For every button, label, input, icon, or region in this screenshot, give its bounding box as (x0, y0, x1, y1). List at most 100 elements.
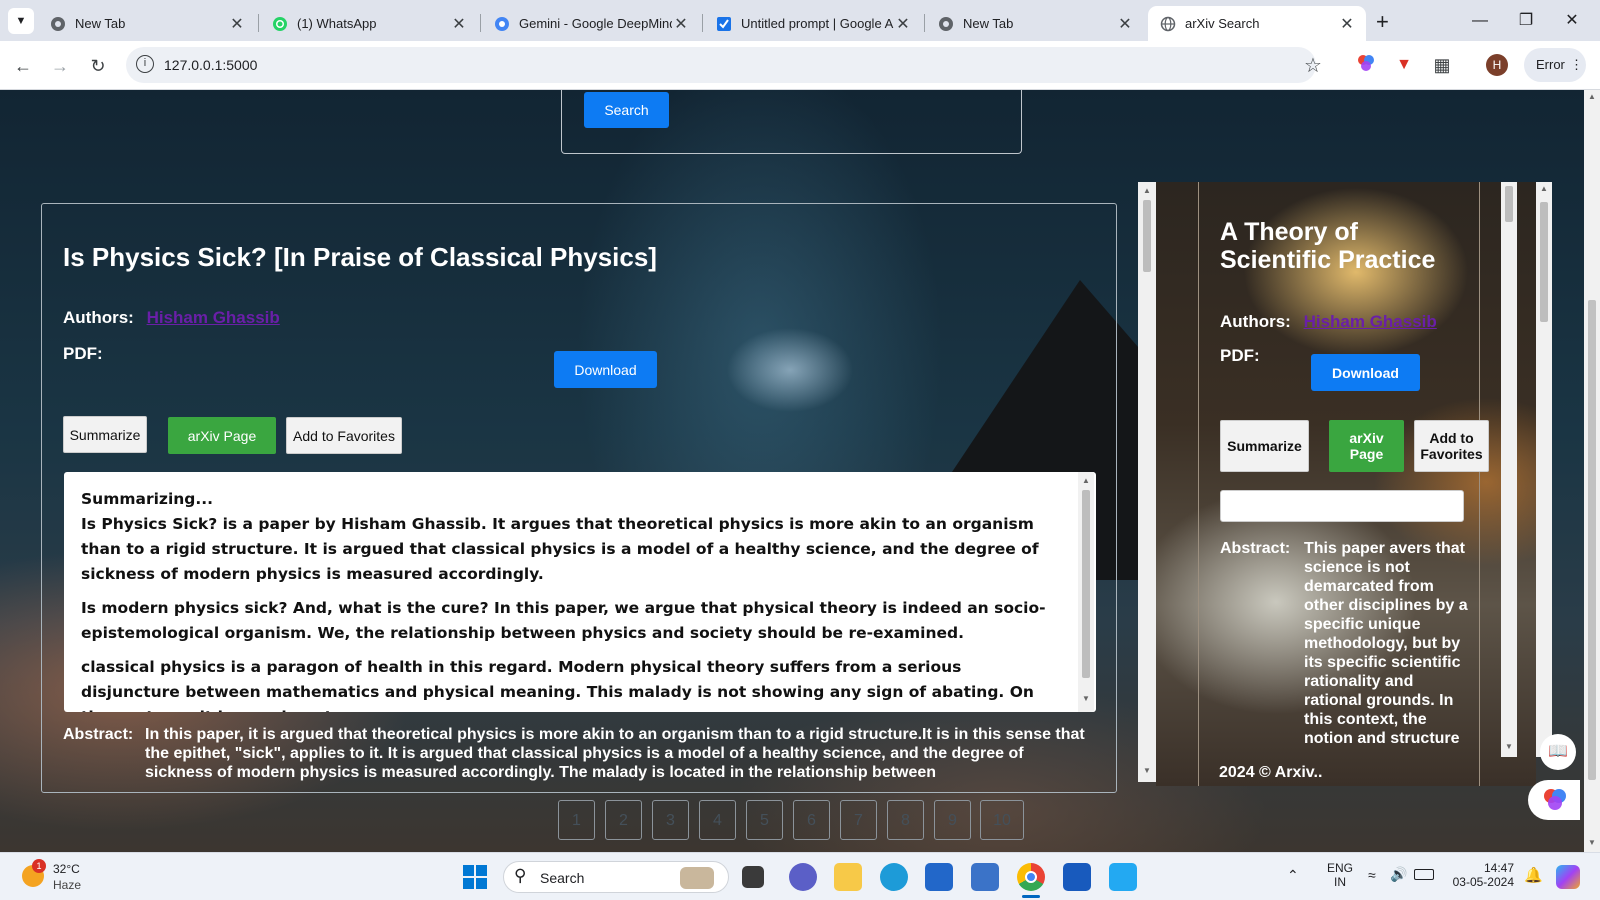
paper-card: Is Physics Sick? [In Praise of Classical… (41, 203, 1117, 793)
reload-icon[interactable]: ↻ (83, 51, 113, 81)
wifi-icon[interactable]: ≈ (1368, 867, 1376, 883)
secondary-card-scrollbar[interactable]: ▼ (1501, 182, 1517, 757)
paper-card-secondary: A Theory of Scientific Practice Authors:… (1156, 182, 1536, 786)
chevron-up-icon[interactable]: ⌃ (1287, 867, 1299, 884)
summary-scrollbar[interactable]: ▲ ▼ (1078, 472, 1094, 712)
page-link[interactable]: 10 (980, 800, 1024, 840)
page-link[interactable]: 6 (793, 800, 830, 840)
error-button[interactable]: Error ⋮ (1524, 48, 1586, 82)
summarize-button[interactable]: Summarize (63, 416, 147, 453)
page-scrollbar[interactable]: ▲ ▼ (1584, 90, 1600, 852)
weather-temperature: 32°C (53, 862, 80, 876)
page-link[interactable]: 4 (699, 800, 736, 840)
reading-mode-icon[interactable]: 📖 (1540, 734, 1576, 770)
download-button[interactable]: Download (554, 351, 657, 388)
window-close-icon[interactable]: ✕ (1554, 8, 1590, 34)
page-link[interactable]: 1 (558, 800, 595, 840)
clock-date: 03-05-2024 (1452, 875, 1514, 889)
abstract-label: Abstract: (1220, 540, 1291, 557)
page-link[interactable]: 2 (605, 800, 642, 840)
python-idle-icon[interactable] (971, 863, 999, 891)
address-bar[interactable]: i 127.0.0.1:5000 ☆ (126, 47, 1322, 83)
weather-description: Haze (53, 878, 82, 892)
tab-strip: ▼ New Tab ✕ (1) WhatsApp ✕ Gemini - Goog… (0, 0, 1600, 41)
profile-avatar[interactable]: H (1486, 54, 1508, 76)
page-link[interactable]: 7 (840, 800, 877, 840)
language-code: ENG (1326, 861, 1353, 875)
copilot-icon[interactable] (1556, 865, 1580, 889)
new-tab-button[interactable]: + (1376, 9, 1389, 35)
assistant-fab[interactable] (1528, 780, 1580, 820)
microsoft-store-icon[interactable] (925, 863, 953, 891)
task-view-icon[interactable] (742, 866, 764, 888)
download-button[interactable]: Download (1311, 354, 1420, 391)
extension-colorful-icon[interactable] (1354, 53, 1378, 77)
page-link[interactable]: 3 (652, 800, 689, 840)
tab-whatsapp[interactable]: (1) WhatsApp ✕ (260, 6, 478, 41)
add-to-favorites-button[interactable]: Add to Favorites (1414, 420, 1489, 472)
abstract-text: In this paper, it is argued that theoret… (145, 726, 1085, 781)
summary-box[interactable]: Summarizing... Is Physics Sick? is a pap… (64, 472, 1096, 712)
arxiv-page-button[interactable]: arXiv Page (1329, 420, 1404, 472)
chrome-taskbar-icon[interactable] (1017, 863, 1045, 891)
add-to-favorites-button[interactable]: Add to Favorites (286, 417, 402, 454)
taskbar-search[interactable]: ⚲ Search (503, 861, 729, 893)
word-icon[interactable] (1063, 863, 1091, 891)
volume-icon[interactable]: 🔊 (1390, 866, 1407, 883)
author-link[interactable]: Hisham Ghassib (1304, 312, 1437, 331)
pocket-extension-icon[interactable]: ▼ (1392, 53, 1416, 77)
side-panel-scrollbar[interactable]: ▲ (1536, 182, 1552, 757)
close-icon[interactable]: ✕ (450, 14, 468, 34)
bookmark-star-icon[interactable]: ☆ (1304, 53, 1322, 78)
edge-icon[interactable] (880, 863, 908, 891)
file-explorer-icon[interactable] (834, 863, 862, 891)
paper-card-inner: A Theory of Scientific Practice Authors:… (1198, 182, 1517, 786)
notification-bell-icon[interactable]: 🔔 (1524, 866, 1543, 884)
start-icon[interactable] (463, 865, 487, 889)
restore-icon[interactable]: ❐ (1508, 8, 1544, 34)
summary-field[interactable] (1220, 490, 1464, 522)
tab-title: Gemini - Google DeepMind (519, 16, 672, 31)
results-scrollbar[interactable]: ▲ ▼ (1138, 182, 1156, 782)
footer-copyright: 2024 © Arxiv.. (1219, 764, 1323, 781)
authors-label: Authors: (1220, 312, 1291, 331)
minimize-icon[interactable]: — (1462, 8, 1498, 34)
close-icon[interactable]: ✕ (1116, 14, 1134, 34)
page-link[interactable]: 8 (887, 800, 924, 840)
summary-heading: Summarizing... (81, 490, 214, 508)
pdf-label: PDF: (63, 344, 103, 363)
back-icon[interactable]: ← (8, 51, 38, 81)
forward-icon[interactable]: → (45, 51, 75, 81)
close-icon[interactable]: ✕ (1338, 14, 1356, 34)
weather-alert-badge: 1 (32, 859, 46, 873)
clock[interactable]: 14:47 03-05-2024 (1446, 861, 1514, 889)
tab-new-tab-2[interactable]: New Tab ✕ (926, 6, 1144, 41)
tab-arxiv-search[interactable]: arXiv Search ✕ (1148, 6, 1366, 41)
teams-chat-icon[interactable] (789, 863, 817, 891)
ai-studio-icon (717, 16, 731, 31)
close-icon[interactable]: ✕ (672, 14, 690, 34)
search-panel: Search (561, 90, 1022, 154)
extensions-puzzle-icon[interactable]: ▦ (1430, 53, 1454, 77)
summarize-button[interactable]: Summarize (1220, 420, 1309, 472)
arxiv-page-button[interactable]: arXiv Page (168, 417, 276, 454)
battery-icon[interactable] (1414, 869, 1434, 880)
close-icon[interactable]: ✕ (228, 14, 246, 34)
browser-toolbar: ← → ↻ i 127.0.0.1:5000 ☆ ▼ ▦ H Error ⋮ (0, 41, 1600, 90)
close-icon[interactable]: ✕ (894, 14, 912, 34)
weather-widget[interactable]: 1 32°C Haze (20, 859, 110, 895)
clock-time: 14:47 (1483, 861, 1514, 875)
tab-gemini[interactable]: Gemini - Google DeepMind ✕ (482, 6, 700, 41)
page-link[interactable]: 5 (746, 800, 783, 840)
language-indicator[interactable]: ENG IN (1322, 861, 1358, 889)
tab-new-tab-1[interactable]: New Tab ✕ (38, 6, 256, 41)
page-link[interactable]: 9 (934, 800, 971, 840)
site-info-icon[interactable]: i (136, 55, 154, 73)
tab-ai-studio[interactable]: Untitled prompt | Google AI Studio ✕ (704, 6, 922, 41)
tab-search-menu[interactable]: ▼ (8, 8, 34, 34)
vscode-icon[interactable] (1109, 863, 1137, 891)
region-code: IN (1334, 875, 1346, 889)
windows-taskbar: 1 32°C Haze ⚲ Search ⌃ ENG IN ≈ 🔊 14:47 … (0, 852, 1600, 900)
search-button[interactable]: Search (584, 92, 669, 128)
author-link[interactable]: Hisham Ghassib (147, 308, 280, 327)
